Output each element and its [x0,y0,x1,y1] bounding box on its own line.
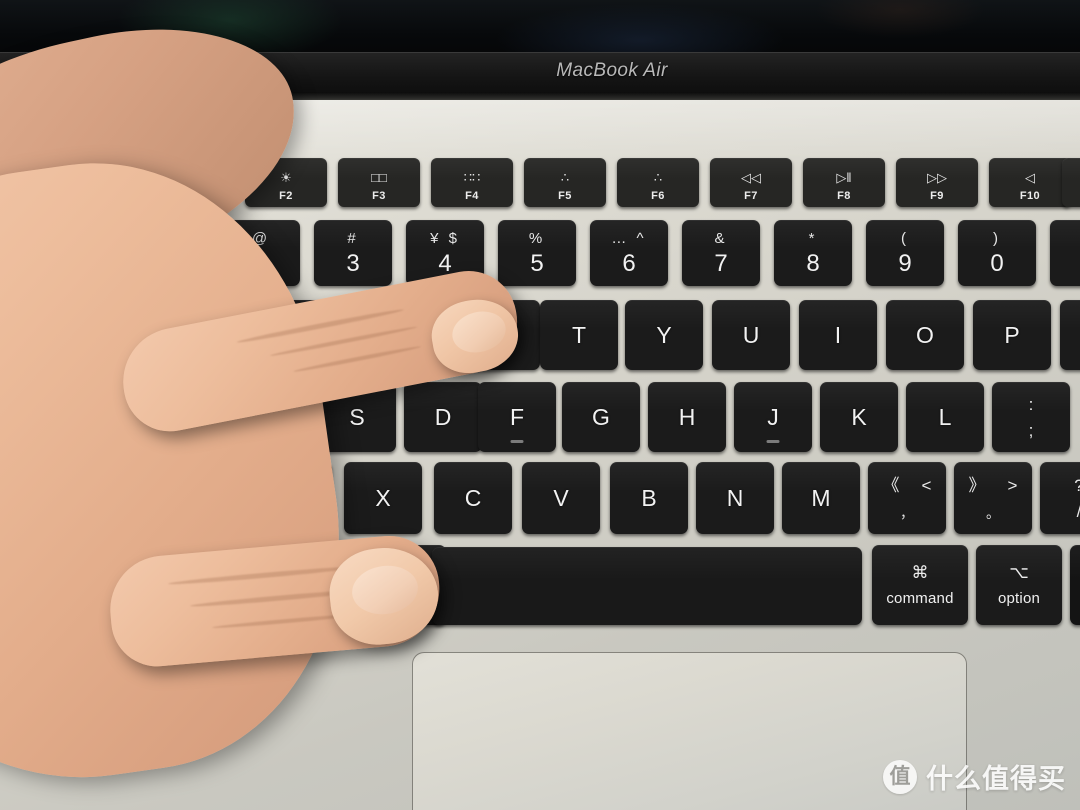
key-i[interactable]: I [799,300,877,370]
key-t[interactable]: T [540,300,618,370]
brightness-down-icon: ☀ [187,170,199,185]
key-s[interactable]: S [318,382,396,452]
fast-forward-icon: ▷▷ [927,170,947,185]
key-fn[interactable] [78,545,134,625]
smzdm-watermark-text: 什么值得买 [926,764,1066,795]
key-f7[interactable]: ◁◁ F7 [710,158,792,207]
key-command-right[interactable]: ⌘ command [872,545,968,625]
key-f2[interactable]: ☀ F2 [245,158,327,207]
rewind-icon: ◁◁ [741,170,761,185]
key-f9[interactable]: ▷▷ F9 [896,158,978,207]
key-8[interactable]: * 8 [774,220,852,286]
key-f10[interactable]: ◁ F10 [989,158,1071,207]
key-n[interactable]: N [696,462,774,534]
key-6[interactable]: … ^ 6 [590,220,668,286]
key-arrow-cluster[interactable] [1070,545,1080,625]
control-icon: ⌃ [182,562,198,582]
key-period[interactable]: 》 > 。 [954,462,1032,534]
key-comma[interactable]: 《 < ， [868,462,946,534]
command-icon: ⌘ [911,562,929,582]
photo-canvas: MacBook Air ☀ F1 ☀ F2 □□ F3 ∷∷ F4 ∴ F5 ∴… [0,0,1080,810]
key-f11[interactable]: ◁ F11 [1062,158,1080,207]
key-f3[interactable]: □□ F3 [338,158,420,207]
key-k[interactable]: K [820,382,898,452]
key-o[interactable]: O [886,300,964,370]
macbook-air-brand-text: MacBook Air [556,60,668,81]
key-3[interactable]: # 3 [314,220,392,286]
key-9[interactable]: ( 9 [866,220,944,286]
play-pause-icon: ▷‖ [836,170,852,185]
key-p[interactable]: P [973,300,1051,370]
smzdm-watermark: 值 什么值得买 [883,757,1066,796]
key-f4[interactable]: ∷∷ F4 [431,158,513,207]
keyboard-brightness-up-icon: ∴ [653,170,663,185]
key-h[interactable]: H [648,382,726,452]
command-icon: ⌘ [389,562,407,582]
key-j[interactable]: J [734,382,812,452]
key-option-right[interactable]: ⌥ option [976,545,1062,625]
brightness-up-icon: ☀ [280,170,292,185]
home-bump-f-icon [510,440,524,443]
key-c[interactable]: C [434,462,512,534]
key-slash[interactable]: ? / [1040,462,1080,534]
mute-icon: ◁ [1025,170,1035,185]
key-1[interactable]: ! 1 [130,220,208,286]
key-f1[interactable]: ☀ F1 [152,158,234,207]
key-z[interactable]: Z [254,462,332,534]
key-f8[interactable]: ▷‖ F8 [803,158,885,207]
key-0[interactable]: ) 0 [958,220,1036,286]
key-r[interactable]: R [462,300,540,370]
key-f5[interactable]: ∴ F5 [524,158,606,207]
option-icon: ⌥ [1009,562,1029,582]
key-d[interactable]: D [404,382,482,452]
key-l[interactable]: L [906,382,984,452]
mission-control-icon: □□ [371,170,387,185]
key-w[interactable]: W [278,300,356,370]
key-q[interactable]: Q [186,300,264,370]
key-m[interactable]: M [782,462,860,534]
key-space[interactable] [432,547,862,625]
keyboard: ☀ F1 ☀ F2 □□ F3 ∷∷ F4 ∴ F5 ∴ F6 ◁◁ F7 ▷‖ [0,150,1080,630]
key-caps-lock[interactable] [128,382,220,452]
key-minus[interactable]: — - [1050,220,1080,286]
key-x[interactable]: X [344,462,422,534]
key-e[interactable]: E [370,300,448,370]
key-a[interactable]: A [226,382,304,452]
keyboard-brightness-down-icon: ∴ [560,170,570,185]
key-b[interactable]: B [610,462,688,534]
key-g[interactable]: G [562,382,640,452]
key-f[interactable]: F [478,382,556,452]
key-5[interactable]: % 5 [498,220,576,286]
key-shift-left[interactable] [150,462,248,534]
smzdm-logo-icon: 值 [883,759,917,794]
laptop-screen [0,0,1080,58]
key-7[interactable]: & 7 [682,220,760,286]
key-bracket-left[interactable]: 「 [ [1060,300,1080,370]
key-v[interactable]: V [522,462,600,534]
key-u[interactable]: U [712,300,790,370]
key-4[interactable]: ¥ $ 4 [406,220,484,286]
key-tab[interactable] [110,300,188,370]
key-2[interactable]: @ 2 [222,220,300,286]
home-bump-j-icon [766,440,780,443]
launchpad-icon: ∷∷ [463,170,481,185]
key-f6[interactable]: ∴ F6 [617,158,699,207]
key-y[interactable]: Y [625,300,703,370]
key-control[interactable]: ⌃ control [142,545,238,625]
key-semicolon[interactable]: : ; [992,382,1070,452]
key-option-left[interactable] [246,545,342,625]
